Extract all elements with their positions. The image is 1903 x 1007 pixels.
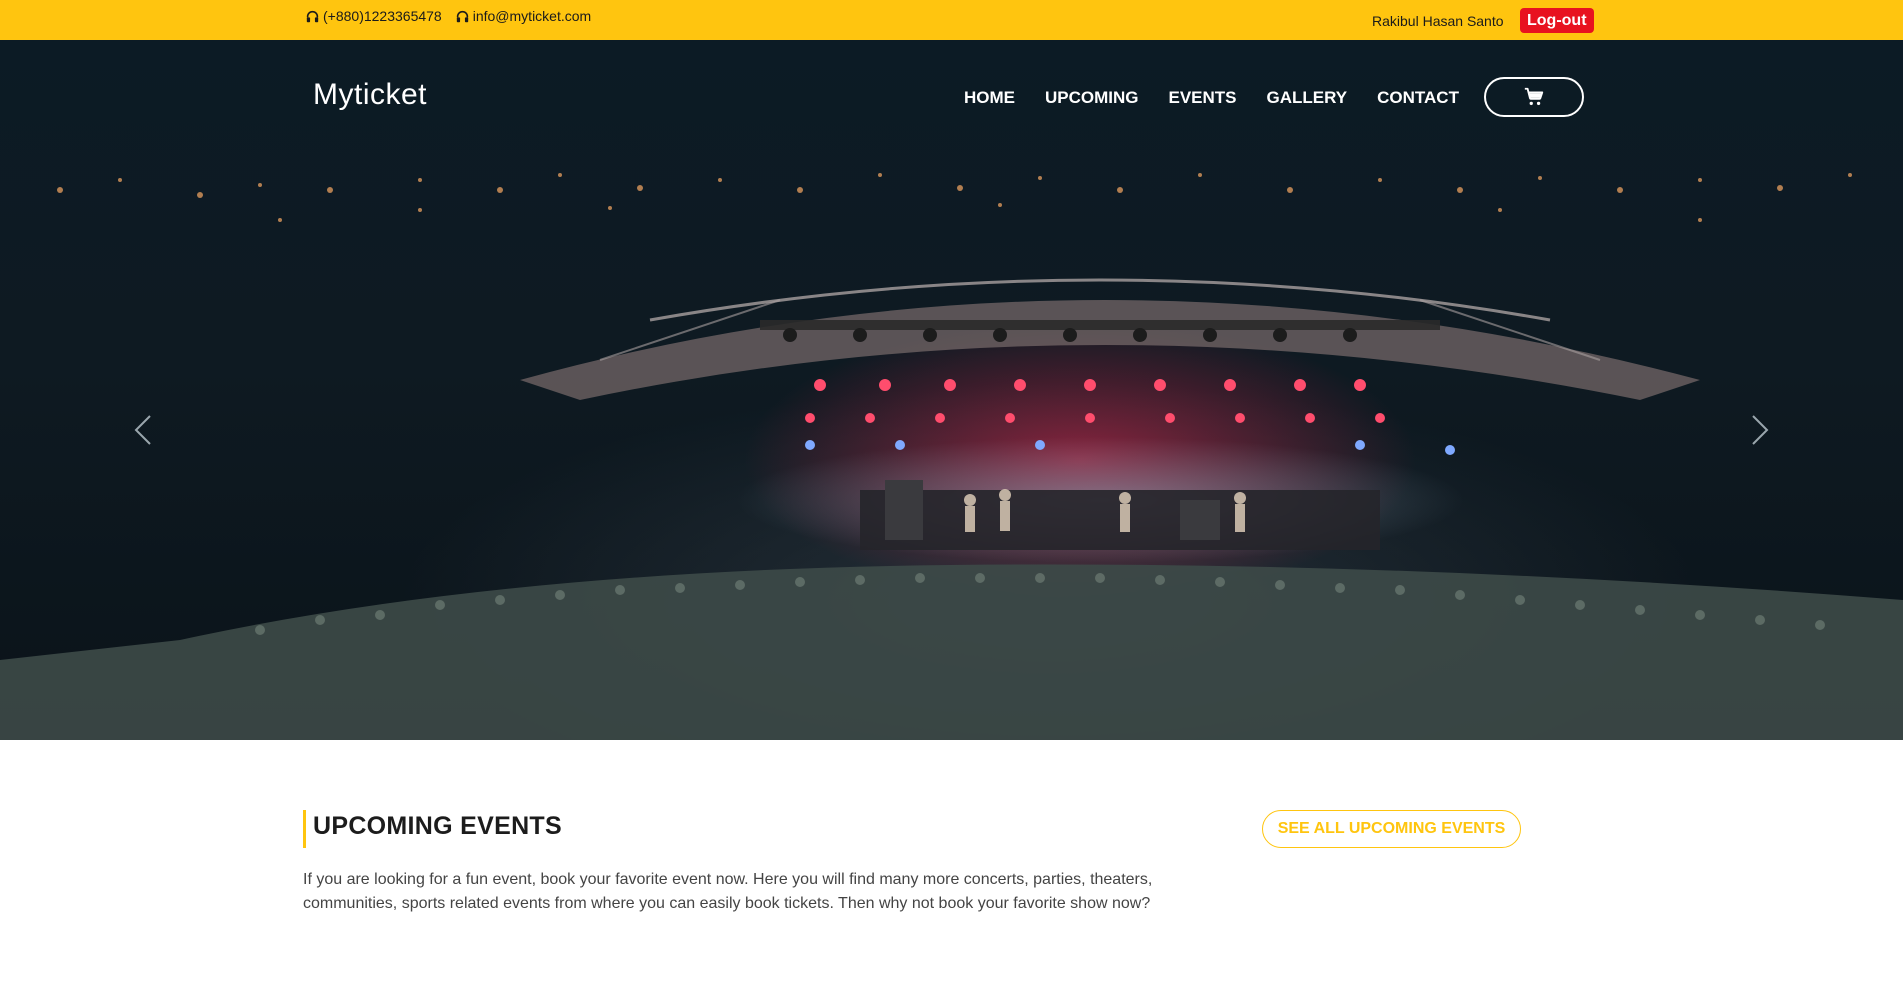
see-all-upcoming-button[interactable]: SEE ALL UPCOMING EVENTS [1262,810,1521,848]
headphones-icon [306,10,319,22]
cart-icon [1524,87,1544,106]
contact-info: (+880)1223365478 info@myticket.com [306,8,591,24]
top-bar: (+880)1223365478 info@myticket.com Rakib… [0,0,1903,40]
username: Rakibul Hasan Santo [1372,13,1504,29]
phone-contact[interactable]: (+880)1223365478 [306,8,442,24]
upcoming-events-section: UPCOMING EVENTS SEE ALL UPCOMING EVENTS … [0,740,1903,1007]
nav-gallery[interactable]: GALLERY [1267,88,1348,108]
nav-contact[interactable]: CONTACT [1377,88,1459,108]
brand-logo[interactable]: Myticket [313,78,427,112]
cart-button[interactable] [1484,77,1584,117]
nav-home[interactable]: HOME [964,88,1015,108]
nav-upcoming[interactable]: UPCOMING [1045,88,1139,108]
nav-events[interactable]: EVENTS [1169,88,1237,108]
main-menu: HOME UPCOMING EVENTS GALLERY CONTACT [964,88,1459,108]
carousel-prev-button[interactable] [128,410,158,450]
email-contact[interactable]: info@myticket.com [456,8,591,24]
carousel-next-button[interactable] [1745,410,1775,450]
section-description: If you are looking for a fun event, book… [303,871,1153,912]
headphones-icon [456,10,468,22]
phone-number: (+880)1223365478 [323,8,442,24]
logout-button[interactable]: Log-out [1520,8,1594,33]
chevron-right-icon [1752,415,1769,445]
chevron-left-icon [134,415,151,445]
hero-carousel: Myticket HOME UPCOMING EVENTS GALLERY CO… [0,40,1903,740]
email-address: info@myticket.com [472,8,592,24]
main-navbar: Myticket HOME UPCOMING EVENTS GALLERY CO… [0,40,1903,154]
section-title: UPCOMING EVENTS [303,810,562,848]
